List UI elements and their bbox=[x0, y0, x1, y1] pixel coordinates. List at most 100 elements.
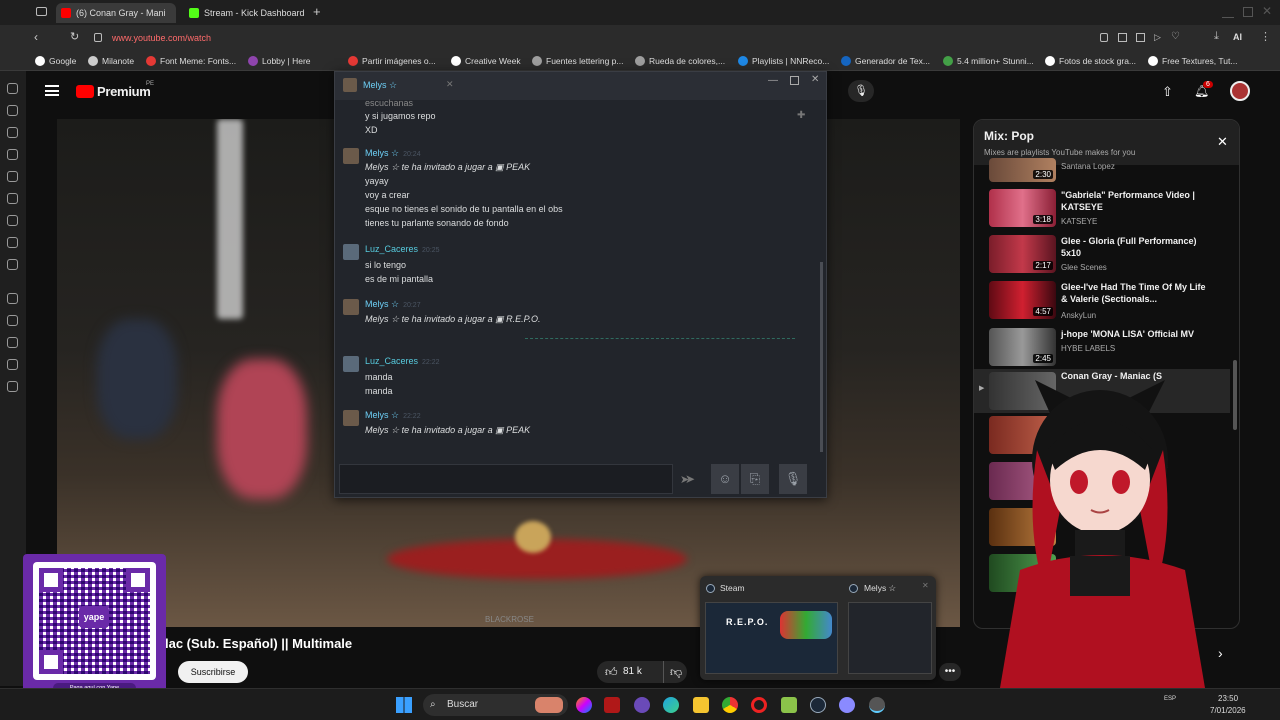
bookmark-rueda[interactable]: Rueda de colores,... bbox=[635, 54, 725, 68]
favorites-icon[interactable]: ♡ bbox=[1171, 31, 1180, 42]
language-indicator[interactable]: ESP bbox=[1164, 695, 1176, 703]
preview-chat-window[interactable] bbox=[848, 602, 932, 674]
close-icon[interactable]: ✕ bbox=[1217, 134, 1228, 150]
download-icon[interactable]: ⤓ bbox=[1214, 30, 1219, 43]
tab-youtube[interactable]: (6) Conan Gray - Mani bbox=[56, 3, 176, 23]
refresh-icon[interactable]: ↻ bbox=[70, 30, 79, 43]
close-tab-icon[interactable]: ✕ bbox=[446, 79, 454, 90]
sender-name[interactable]: Melys ☆ bbox=[365, 410, 399, 420]
avatar bbox=[343, 299, 359, 315]
more-actions-button[interactable]: ••• bbox=[939, 663, 961, 681]
extensions-icon[interactable] bbox=[1100, 33, 1108, 42]
sidebar-app-icon[interactable] bbox=[7, 237, 18, 248]
bookmark-textures[interactable]: Free Textures, Tut... bbox=[1148, 54, 1237, 68]
copilot-icon[interactable]: AI bbox=[1233, 32, 1242, 42]
address-bar: ‹ ↻ www.youtube.com/watch ▷ ♡ ⤓ AI ⋮ bbox=[0, 25, 1280, 51]
app-taskbar-icon[interactable] bbox=[839, 697, 855, 713]
maximize-window-icon[interactable] bbox=[790, 76, 799, 85]
bookmark-playlists[interactable]: Playlists | NNReco... bbox=[738, 54, 829, 68]
close-window-icon[interactable]: ✕ bbox=[811, 74, 819, 85]
steam-chat-taskbar-icon[interactable] bbox=[869, 697, 885, 713]
sidebar-app-icon[interactable] bbox=[7, 105, 18, 116]
tab-actions-icon[interactable] bbox=[36, 7, 47, 16]
chat-scrollbar[interactable] bbox=[820, 262, 823, 452]
thumbs-down-icon[interactable]: 👎︎ bbox=[663, 661, 682, 683]
emoticon-icon[interactable]: ☺ bbox=[711, 464, 739, 494]
sender-name[interactable]: Melys ☆ bbox=[365, 148, 399, 158]
subscribe-button[interactable]: Suscribirse bbox=[178, 661, 248, 683]
mix-item[interactable]: 4:57 Glee-I've Had The Time Of My Life &… bbox=[989, 281, 1229, 321]
new-tab-button[interactable]: + bbox=[313, 4, 321, 19]
taskbar-search[interactable]: ⌕ Buscar bbox=[423, 694, 568, 716]
sidebar-app-icon[interactable] bbox=[7, 215, 18, 226]
send-button[interactable]: ➤ bbox=[675, 464, 705, 494]
collections-icon[interactable] bbox=[1136, 33, 1145, 42]
bookmark-google[interactable]: Google bbox=[35, 54, 76, 68]
bookmark-lobby[interactable]: Lobby | Here bbox=[248, 54, 311, 68]
game-invite[interactable]: Melys ☆ te ha invitado a jugar a ▣ R.E.P… bbox=[365, 314, 541, 325]
app-taskbar-icon[interactable] bbox=[781, 697, 797, 713]
bookmark-creative-week[interactable]: Creative Week bbox=[451, 54, 521, 68]
upload-icon[interactable]: ⇧ bbox=[1162, 84, 1173, 100]
game-invite[interactable]: Melys ☆ te ha invitado a jugar a ▣ PEAK bbox=[365, 425, 530, 436]
sidebar-app-icon[interactable] bbox=[7, 259, 18, 270]
mix-item[interactable]: 3:18 "Gabriela" Performance Video | KATS… bbox=[989, 189, 1229, 229]
opera-taskbar-icon[interactable] bbox=[751, 697, 767, 713]
sender-name[interactable]: Melys ☆ bbox=[365, 299, 399, 309]
split-screen-icon[interactable] bbox=[1118, 33, 1127, 42]
app-taskbar-icon[interactable] bbox=[604, 697, 620, 713]
clock-time[interactable]: 23:50 bbox=[1218, 694, 1238, 703]
sidebar-app-icon[interactable] bbox=[7, 315, 18, 326]
attach-icon[interactable]: ⎘ bbox=[741, 464, 769, 494]
sender-name[interactable]: Luz_Caceres bbox=[365, 356, 418, 366]
chrome-taskbar-icon[interactable] bbox=[722, 697, 738, 713]
bookmark-partir[interactable]: Partir imágenes o... bbox=[348, 54, 436, 68]
bookmark-fotos[interactable]: Fotos de stock gra... bbox=[1045, 54, 1136, 68]
sidebar-app-icon[interactable] bbox=[7, 149, 18, 160]
preview-close-icon[interactable]: ✕ bbox=[922, 581, 929, 590]
mix-item[interactable]: 2:17 Glee - Gloria (Full Performance) 5x… bbox=[989, 235, 1229, 275]
menu-icon[interactable]: ⋮ bbox=[1260, 30, 1271, 43]
close-window-icon[interactable]: ✕ bbox=[1262, 4, 1272, 18]
edge-taskbar-icon[interactable] bbox=[663, 697, 679, 713]
sidebar-app-icon[interactable] bbox=[7, 171, 18, 182]
voice-chat-icon[interactable]: 🎙︎ bbox=[779, 464, 807, 494]
file-explorer-icon[interactable] bbox=[693, 697, 709, 713]
game-invite[interactable]: Melys ☆ te ha invitado a jugar a ▣ PEAK bbox=[365, 162, 530, 173]
tab-kick[interactable]: Stream - Kick Dashboard bbox=[184, 3, 309, 23]
kick-icon bbox=[189, 8, 199, 18]
sidebar-app-icon[interactable] bbox=[7, 83, 18, 94]
voice-search-icon[interactable]: 🎙 bbox=[848, 80, 874, 102]
sidebar-app-icon[interactable] bbox=[7, 193, 18, 204]
bookmark-fontmeme[interactable]: Font Meme: Fonts... bbox=[146, 54, 236, 68]
bookmark-stunning[interactable]: 5.4 million+ Stunni... bbox=[943, 54, 1034, 68]
steam-taskbar-icon[interactable] bbox=[634, 697, 650, 713]
chat-options-icon[interactable]: ✚ bbox=[797, 110, 805, 121]
chat-message-input[interactable]: ➤ bbox=[339, 464, 689, 494]
chat-tab-title[interactable]: Melys ☆ bbox=[363, 80, 397, 91]
sidebar-app-icon[interactable] bbox=[7, 293, 18, 304]
bookmark-fuentes[interactable]: Fuentes lettering p... bbox=[532, 54, 624, 68]
bookmark-generador[interactable]: Generador de Tex... bbox=[841, 54, 930, 68]
avatar[interactable] bbox=[1230, 81, 1250, 101]
url-field[interactable]: www.youtube.com/watch bbox=[92, 29, 1092, 47]
sidebar-app-icon[interactable] bbox=[7, 337, 18, 348]
like-button[interactable]: 👍︎ 81 k 👎︎ bbox=[597, 661, 687, 683]
back-icon[interactable]: ‹ bbox=[34, 30, 38, 44]
sender-name[interactable]: Luz_Caceres bbox=[365, 244, 418, 254]
minimize-window-icon[interactable]: — bbox=[768, 75, 778, 86]
sidebar-app-icon[interactable] bbox=[7, 127, 18, 138]
minimize-window-icon[interactable] bbox=[1222, 6, 1234, 18]
sidebar-app-icon[interactable] bbox=[7, 359, 18, 370]
bookmark-milanote[interactable]: Milanote bbox=[88, 54, 134, 68]
mix-channel: Glee Scenes bbox=[1061, 263, 1107, 272]
maximize-window-icon[interactable] bbox=[1243, 7, 1253, 17]
preview-steam-window[interactable]: R.E.P.O. bbox=[705, 602, 838, 674]
sidebar-app-icon[interactable] bbox=[7, 381, 18, 392]
video-person-shape bbox=[97, 319, 177, 439]
steam-taskbar-icon[interactable] bbox=[810, 697, 826, 713]
windows-start-icon[interactable] bbox=[396, 697, 412, 713]
read-aloud-icon[interactable]: ▷ bbox=[1154, 32, 1161, 43]
copilot-taskbar-icon[interactable] bbox=[576, 697, 592, 713]
clock-date[interactable]: 7/01/2026 bbox=[1210, 706, 1246, 715]
